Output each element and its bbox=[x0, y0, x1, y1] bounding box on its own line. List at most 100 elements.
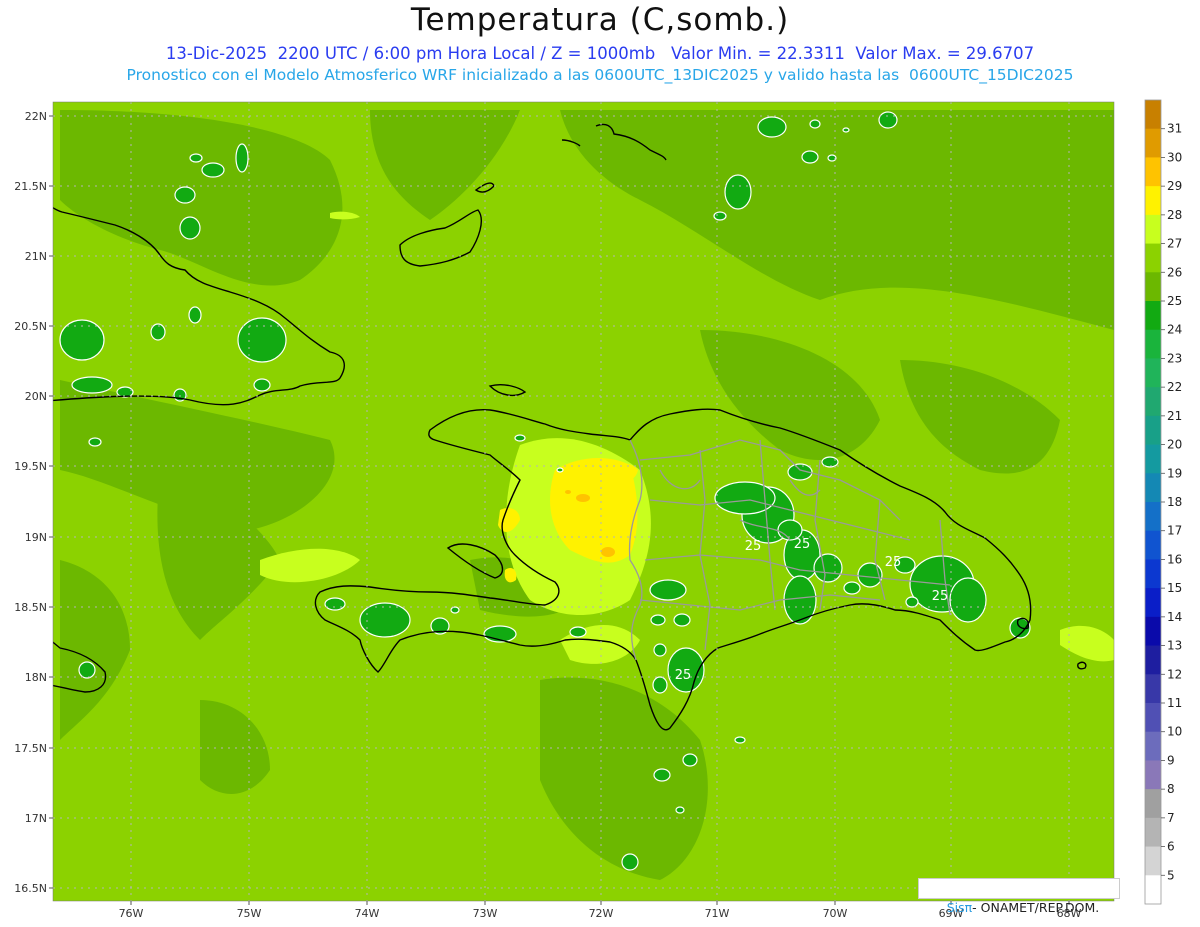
colorbar-swatch bbox=[1145, 272, 1161, 302]
temp-24-area bbox=[809, 119, 821, 129]
temp-24-area bbox=[514, 434, 526, 442]
colorbar-label: 12 bbox=[1167, 667, 1182, 681]
colorbar-swatch bbox=[1145, 502, 1161, 532]
temp-24-area bbox=[675, 806, 685, 814]
colorbar-swatch bbox=[1145, 301, 1161, 331]
colorbar-swatch bbox=[1145, 817, 1161, 847]
colorbar-label: 11 bbox=[1167, 696, 1182, 710]
colorbar-swatch bbox=[1145, 473, 1161, 503]
colorbar-label: 20 bbox=[1167, 438, 1182, 452]
longitude-axis: 76W75W74W73W72W71W70W69W68W bbox=[119, 901, 1082, 920]
temp-24-area bbox=[724, 174, 752, 210]
colorbar-label: 15 bbox=[1167, 581, 1182, 595]
lon-tick-label: 71W bbox=[705, 907, 730, 920]
temp-24-area bbox=[652, 676, 668, 694]
colorbar-swatch bbox=[1145, 214, 1161, 244]
temp-24-area bbox=[253, 378, 271, 392]
temp-24-area bbox=[324, 597, 346, 611]
temp-24-area bbox=[174, 186, 196, 204]
colorbar-swatch bbox=[1145, 731, 1161, 761]
lat-tick-label: 21N bbox=[25, 250, 47, 263]
temp-24-area bbox=[237, 317, 287, 363]
temp-24-area bbox=[783, 575, 817, 625]
contour-label: 25 bbox=[885, 555, 902, 570]
temp-24-area bbox=[621, 853, 639, 871]
lat-tick-label: 18N bbox=[25, 671, 47, 684]
colorbar-swatch bbox=[1145, 588, 1161, 618]
temp-24-area bbox=[713, 211, 727, 221]
colorbar-swatch bbox=[1145, 186, 1161, 216]
colorbar-label: 7 bbox=[1167, 811, 1175, 825]
contour-label: 25 bbox=[745, 539, 762, 554]
colorbar-swatch bbox=[1145, 444, 1161, 474]
lat-tick-label: 18.5N bbox=[14, 601, 47, 614]
colorbar-swatch bbox=[1145, 358, 1161, 388]
temp-24-area bbox=[78, 661, 96, 679]
temp-24-area bbox=[188, 306, 202, 324]
colorbar-swatch bbox=[1145, 674, 1161, 704]
lat-tick-label: 19N bbox=[25, 531, 47, 544]
temp-24-area bbox=[189, 153, 203, 163]
lon-tick-label: 73W bbox=[473, 907, 498, 920]
colorbar-swatch bbox=[1145, 157, 1161, 187]
colorbar-swatch bbox=[1145, 128, 1161, 158]
lon-tick-label: 76W bbox=[119, 907, 144, 920]
temp-24-area bbox=[734, 736, 746, 744]
temp-24-area bbox=[556, 467, 564, 473]
temp-24-area bbox=[179, 216, 201, 240]
colorbar-swatch bbox=[1145, 616, 1161, 646]
temp-24-area bbox=[878, 111, 898, 129]
temp-24-area bbox=[905, 596, 919, 608]
colorbar-swatch bbox=[1145, 559, 1161, 589]
temp-24-area bbox=[71, 376, 113, 394]
colorbar-label: 27 bbox=[1167, 237, 1182, 251]
temp-24-area bbox=[842, 127, 850, 133]
temp-24-area bbox=[88, 437, 102, 447]
contour-label: 25 bbox=[794, 537, 811, 552]
temp-24-area bbox=[653, 643, 667, 657]
contour-label: 25 bbox=[932, 589, 949, 604]
colorbar-swatch bbox=[1145, 789, 1161, 819]
latitude-axis: 22N 21.5N 21N 20.5N 20N 19.5N 19N 18.5N 18N 17.5N… bbox=[14, 110, 53, 895]
temp-24-area bbox=[813, 553, 843, 583]
colorbar-label: 26 bbox=[1167, 265, 1182, 279]
temp-24-area bbox=[757, 116, 787, 138]
colorbar-label: 9 bbox=[1167, 753, 1175, 767]
lat-tick-label: 22N bbox=[25, 110, 47, 123]
colorbar-swatch bbox=[1145, 703, 1161, 733]
colorbar-label: 31 bbox=[1167, 122, 1182, 136]
colorbar-label: 16 bbox=[1167, 552, 1182, 566]
temp-24-area bbox=[235, 143, 249, 173]
temperature-colorbar: 31 30 29 28 27 26 25 24 23 22 21 20 19 18 17 16 15 14 13 12… bbox=[1144, 99, 1182, 905]
colorbar-swatch bbox=[1145, 760, 1161, 790]
colorbar-label: 14 bbox=[1167, 610, 1182, 624]
colorbar-swatch bbox=[1145, 875, 1161, 905]
lat-tick-label: 16.5N bbox=[14, 882, 47, 895]
colorbar-label: 30 bbox=[1167, 150, 1182, 164]
lat-tick-label: 20.5N bbox=[14, 320, 47, 333]
lon-tick-label: 72W bbox=[589, 907, 614, 920]
colorbar-swatch bbox=[1145, 846, 1161, 876]
colorbar-swatch bbox=[1145, 100, 1161, 130]
temp-24-area bbox=[682, 753, 698, 767]
temp-24-area bbox=[650, 614, 666, 626]
colorbar-label: 17 bbox=[1167, 524, 1182, 538]
temp-24-area bbox=[450, 606, 460, 614]
lat-tick-label: 17.5N bbox=[14, 742, 47, 755]
lon-tick-label: 74W bbox=[355, 907, 380, 920]
colorbar-label: 29 bbox=[1167, 179, 1182, 193]
colorbar-label: 6 bbox=[1167, 840, 1175, 854]
sispi-logo-text: Sisπ bbox=[946, 900, 973, 915]
temp-24-area bbox=[569, 626, 587, 638]
lon-tick-label: 70W bbox=[823, 907, 848, 920]
colorbar-label: 18 bbox=[1167, 495, 1182, 509]
lon-tick-label: 75W bbox=[237, 907, 262, 920]
colorbar-label: 21 bbox=[1167, 409, 1182, 423]
temp-24-area bbox=[673, 613, 691, 627]
colorbar-swatch bbox=[1145, 645, 1161, 675]
temp-24-area bbox=[653, 768, 671, 782]
contour-label: 25 bbox=[675, 668, 692, 683]
colorbar-label: 25 bbox=[1167, 294, 1182, 308]
lat-tick-label: 17N bbox=[25, 812, 47, 825]
lat-tick-label: 19.5N bbox=[14, 460, 47, 473]
